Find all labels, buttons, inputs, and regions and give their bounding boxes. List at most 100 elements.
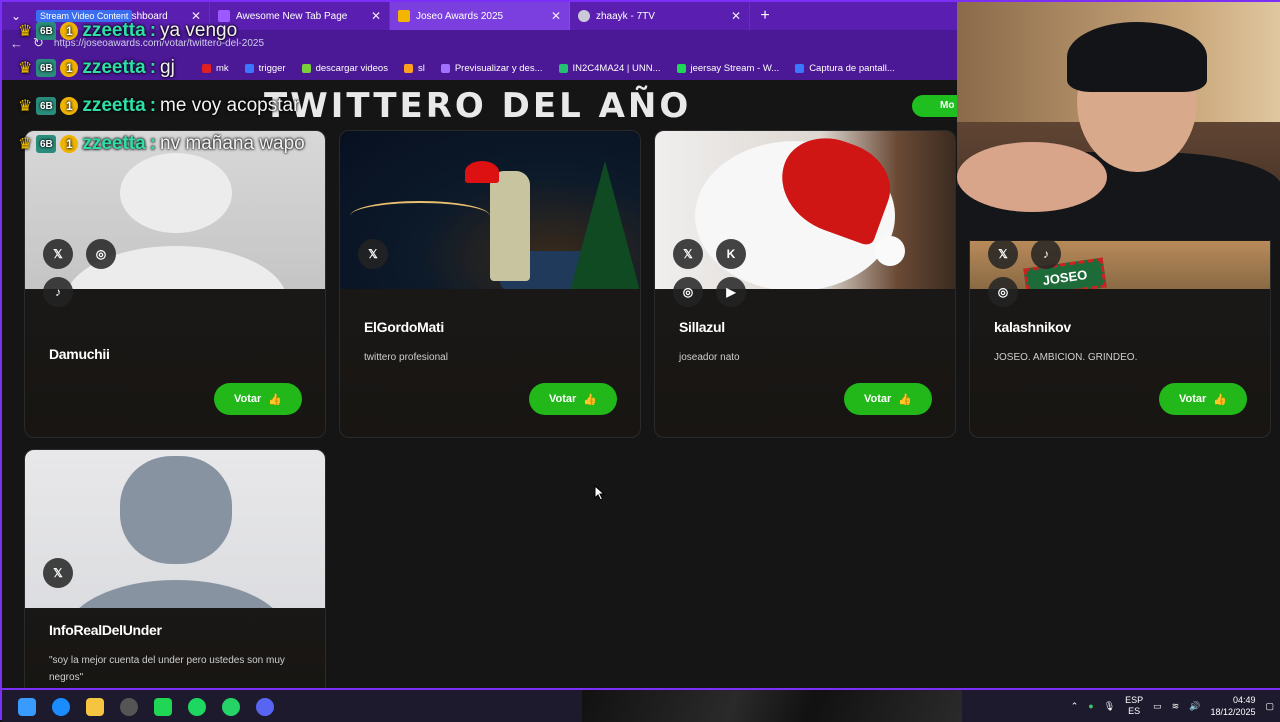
windows-start-icon[interactable] — [18, 698, 36, 716]
vote-label: Votar — [233, 393, 262, 405]
instagram-icon[interactable]: ◎ — [673, 277, 703, 307]
file-explorer-icon[interactable] — [86, 698, 104, 716]
bookmark-label: sl — [417, 62, 425, 74]
candidate-card-inforealdelunder: 𝕏 InfoRealDelUnder "soy la mejor cuenta … — [24, 449, 326, 688]
wifi-icon[interactable]: ≋ — [1172, 701, 1180, 712]
thumbs-up-icon: 👍 — [583, 393, 597, 406]
mouse-cursor-icon — [594, 485, 606, 501]
crown-icon: ♛ — [18, 23, 33, 40]
chat-username[interactable]: zzeetta — [82, 20, 145, 42]
bookmark-label: jeersay Stream - W... — [690, 62, 780, 74]
lang-region: ES — [1128, 706, 1141, 716]
taskbar-wallpaper-strip — [582, 690, 962, 722]
chat-text: nv mañana wapo — [160, 133, 305, 154]
bookmark-label: trigger — [258, 62, 286, 74]
vote-button[interactable]: Votar 👍 — [1159, 383, 1247, 415]
bookmark-label: descargar videos — [315, 62, 388, 74]
x-icon[interactable]: 𝕏 — [43, 558, 73, 588]
obs-icon[interactable] — [120, 698, 138, 716]
new-tab-plus-icon[interactable]: + — [750, 7, 780, 25]
bookmark-sl[interactable]: sl — [403, 62, 425, 74]
droplet-icon — [244, 63, 254, 73]
kick-icon — [676, 63, 686, 73]
microphone-icon[interactable]: 🎙 — [1104, 701, 1115, 712]
vote-button[interactable]: Votar 👍 — [844, 383, 932, 415]
candidate-bio: twittero profesional — [364, 352, 448, 363]
chat-message: ♛ 6B 1 zzeetta: nv mañana wapo — [18, 133, 305, 155]
status-dot-icon[interactable]: ● — [1088, 701, 1093, 711]
spotify-icon[interactable] — [188, 698, 206, 716]
tier-badge: 1 — [60, 97, 79, 115]
bookmark-in2c4ma24[interactable]: IN2C4MA24 | UNN... — [558, 63, 661, 74]
kick-icon[interactable]: K — [716, 239, 746, 269]
notification-icon[interactable]: ▢ — [1265, 701, 1274, 712]
bookmark-jeersay[interactable]: jeersay Stream - W... — [676, 62, 780, 74]
chevron-up-icon[interactable]: ⌃ — [1071, 701, 1079, 712]
bookmark-label: Previsualizar y des... — [454, 62, 543, 74]
candidate-name: InfoRealDelUnder — [49, 622, 162, 638]
browser-window: ⌄ Stream - Kick Dashboard ✕ Awesome New … — [0, 0, 1280, 722]
instagram-icon[interactable]: ◎ — [86, 239, 116, 269]
candidate-bio: "soy la mejor cuenta del under pero uste… — [49, 655, 285, 683]
volume-icon[interactable]: 🔊 — [1189, 701, 1200, 712]
chat-username[interactable]: zzeetta — [82, 57, 145, 79]
joseo-favicon-icon — [398, 10, 410, 22]
chat-username[interactable]: zzeetta — [82, 133, 145, 155]
vote-label: Votar — [1178, 393, 1207, 405]
bookmark-descargar[interactable]: descargar videos — [301, 62, 388, 74]
bookmark-label: mk — [216, 62, 229, 74]
candidate-name: Sillazul — [679, 319, 725, 335]
youtube-icon[interactable]: ▶ — [716, 277, 746, 307]
page-title: TWITTERO DEL AÑO — [264, 86, 692, 126]
x-icon[interactable]: 𝕏 — [673, 239, 703, 269]
crown-icon: ♛ — [18, 136, 33, 153]
clock[interactable]: 04:49 18/12/2025 — [1210, 694, 1255, 718]
chat-message: ♛ 6B 1 zzeetta: gj — [18, 57, 175, 79]
candidate-bio: joseador nato — [679, 352, 740, 363]
close-tab-icon[interactable]: ✕ — [551, 9, 561, 23]
sub-badge: 6B — [36, 22, 57, 40]
tier-badge: 1 — [60, 22, 79, 40]
crown-icon: ♛ — [18, 98, 33, 115]
tiktok-icon[interactable]: ♪ — [1031, 239, 1061, 269]
chrome-icon[interactable] — [52, 698, 70, 716]
instagram-icon[interactable]: ◎ — [988, 277, 1018, 307]
close-tab-icon[interactable]: ✕ — [731, 9, 741, 23]
discord-icon[interactable] — [256, 698, 274, 716]
youtube-icon — [202, 63, 211, 73]
classroom-icon — [558, 63, 568, 73]
close-tab-icon[interactable]: ✕ — [371, 9, 381, 23]
whatsapp-icon[interactable] — [222, 698, 240, 716]
bookmark-captura[interactable]: Captura de pantall... — [795, 63, 895, 74]
language-indicator[interactable]: ESP ES — [1125, 695, 1143, 717]
x-icon[interactable]: 𝕏 — [988, 239, 1018, 269]
folder-icon — [403, 63, 413, 73]
chat-message: ♛ 6B 1 zzeetta: me voy acopstar — [18, 95, 300, 117]
taskbar: ⌃ ● 🎙 ESP ES ▭ ≋ 🔊 04:49 18/12/2025 ▢ — [2, 688, 1280, 722]
tiktok-icon[interactable]: ♪ — [43, 277, 73, 307]
candidate-avatar-placeholder — [25, 450, 325, 608]
chat-username[interactable]: zzeetta — [82, 95, 145, 117]
download-icon — [301, 63, 311, 73]
lang-code: ESP — [1125, 695, 1144, 705]
x-icon[interactable]: 𝕏 — [43, 239, 73, 269]
candidate-photo — [340, 131, 640, 289]
candidate-card-damuchii: 𝕏 ◎ ♪ Damuchii Votar 👍 — [24, 130, 326, 438]
time: 04:49 — [1232, 695, 1256, 705]
candidate-card-sillazul: 𝕏 K ◎ ▶ Sillazul joseador nato Votar 👍 — [654, 130, 956, 438]
tab-joseo-awards[interactable]: Joseo Awards 2025 ✕ — [390, 2, 570, 30]
sub-badge: 6B — [36, 59, 57, 77]
chat-text: gj — [160, 57, 175, 78]
candidate-bio: JOSEO. AMBICION. GRINDEO. — [994, 352, 1138, 363]
bookmark-trigger[interactable]: trigger — [244, 62, 286, 74]
chat-text: ya vengo — [160, 20, 238, 41]
kick-icon[interactable] — [154, 698, 172, 716]
vote-button[interactable]: Votar 👍 — [214, 383, 302, 415]
tab-7tv[interactable]: zhaayk - 7TV ✕ — [570, 2, 750, 30]
vote-button[interactable]: Votar 👍 — [529, 383, 617, 415]
bookmark-mk[interactable]: mk — [202, 63, 229, 74]
bookmark-previsualizar[interactable]: Previsualizar y des... — [440, 62, 543, 74]
date: 18/12/2025 — [1210, 707, 1256, 717]
x-icon[interactable]: 𝕏 — [358, 239, 388, 269]
display-icon[interactable]: ▭ — [1153, 701, 1162, 712]
